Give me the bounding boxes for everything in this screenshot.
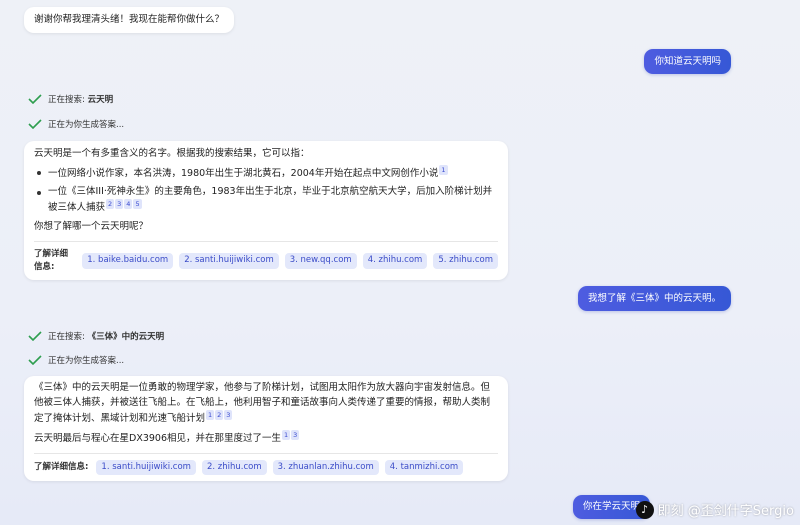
learn-more-label: 了解详细信息: <box>34 248 69 273</box>
citation-badge[interactable]: 1 <box>282 430 291 441</box>
watermark: ♪ 即刻 @歪剑什字Sergio <box>635 500 794 519</box>
greeting-bubble: 谢谢你帮我理清头绪！我现在能帮你做什么？ <box>24 7 235 33</box>
user-message-2: 我想了解《三体》中的云天明。 <box>577 286 731 311</box>
answer-bubble-1: 云天明是一个有多重含义的名字。根据我的搜索结果，它可以指： 一位网络小说作家，本… <box>24 141 508 281</box>
generating-status-2: 正在为你生成答案... <box>28 354 124 366</box>
citation-badge[interactable]: 2 <box>215 410 224 421</box>
source-link[interactable]: 1. santi.huijiwiki.com <box>96 460 196 476</box>
list-item: 一位《三体III·死神永生》的主要角色，1983年出生于北京，毕业于北京航空航天… <box>34 185 498 217</box>
music-note-icon: ♪ <box>635 500 654 519</box>
list-item: 一位网络小说作家，本名洪涛，1980年出生于湖北黄石，2004年开始在起点中文网… <box>34 164 498 182</box>
search-term: 《三体》中的云天明 <box>87 332 165 342</box>
source-link[interactable]: 3. zhuanlan.zhihu.com <box>272 460 379 476</box>
generating-status-1: 正在为你生成答案... <box>28 118 124 130</box>
search-term: 云天明 <box>87 95 114 105</box>
answer-list: 一位网络小说作家，本名洪涛，1980年出生于湖北黄石，2004年开始在起点中文网… <box>34 164 498 217</box>
search-status-1: 正在搜索: 云天明 <box>28 93 113 105</box>
user-message-1: 你知道云天明吗 <box>644 49 731 74</box>
learn-more-row: 了解详细信息: 1. baike.baidu.com 2. santi.huiji… <box>34 240 498 274</box>
learn-more-row: 了解详细信息: 1. santi.huijiwiki.com 2. zhihu.c… <box>34 453 498 476</box>
check-icon <box>28 94 42 104</box>
source-link[interactable]: 2. santi.huijiwiki.com <box>179 253 279 269</box>
citation-badge[interactable]: 4 <box>124 199 133 210</box>
citation-badge[interactable]: 5 <box>133 199 142 210</box>
check-icon <box>28 355 42 365</box>
citation-badge[interactable]: 2 <box>106 199 115 210</box>
check-icon <box>28 331 42 341</box>
source-link[interactable]: 2. zhihu.com <box>201 460 267 476</box>
answer-paragraph: 《三体》中的云天明是一位勇敢的物理学家，他参与了阶梯计划，试图用太阳作为放大器向… <box>34 382 491 425</box>
citation-badge[interactable]: 3 <box>291 430 300 441</box>
answer-paragraph: 云天明最后与程心在星DX3906相见，并在那里度过了一生 1 3 <box>34 430 300 445</box>
search-status-2: 正在搜索: 《三体》中的云天明 <box>28 330 164 342</box>
answer-intro: 云天明是一个有多重含义的名字。根据我的搜索结果，它可以指： <box>34 148 310 159</box>
answer-question: 你想了解哪一个云天明呢？ <box>34 221 149 233</box>
citation-badge[interactable]: 1 <box>206 410 215 421</box>
citation-badge[interactable]: 3 <box>224 410 233 421</box>
source-link[interactable]: 1. baike.baidu.com <box>82 253 174 269</box>
learn-more-label: 了解详细信息: <box>34 462 89 473</box>
source-link[interactable]: 4. tanmizhi.com <box>384 460 464 476</box>
watermark-text: 即刻 @歪剑什字Sergio <box>657 504 794 519</box>
citation-badge[interactable]: 1 <box>439 164 448 175</box>
source-link[interactable]: 4. zhihu.com <box>362 253 428 269</box>
greeting-text: 谢谢你帮我理清头绪！我现在能帮你做什么？ <box>34 14 225 25</box>
source-link[interactable]: 3. new.qq.com <box>284 253 357 269</box>
source-link[interactable]: 5. zhihu.com <box>433 253 498 269</box>
check-icon <box>28 119 42 129</box>
citation-badge[interactable]: 3 <box>115 199 124 210</box>
answer-bubble-2: 《三体》中的云天明是一位勇敢的物理学家，他参与了阶梯计划，试图用太阳作为放大器向… <box>24 376 508 482</box>
